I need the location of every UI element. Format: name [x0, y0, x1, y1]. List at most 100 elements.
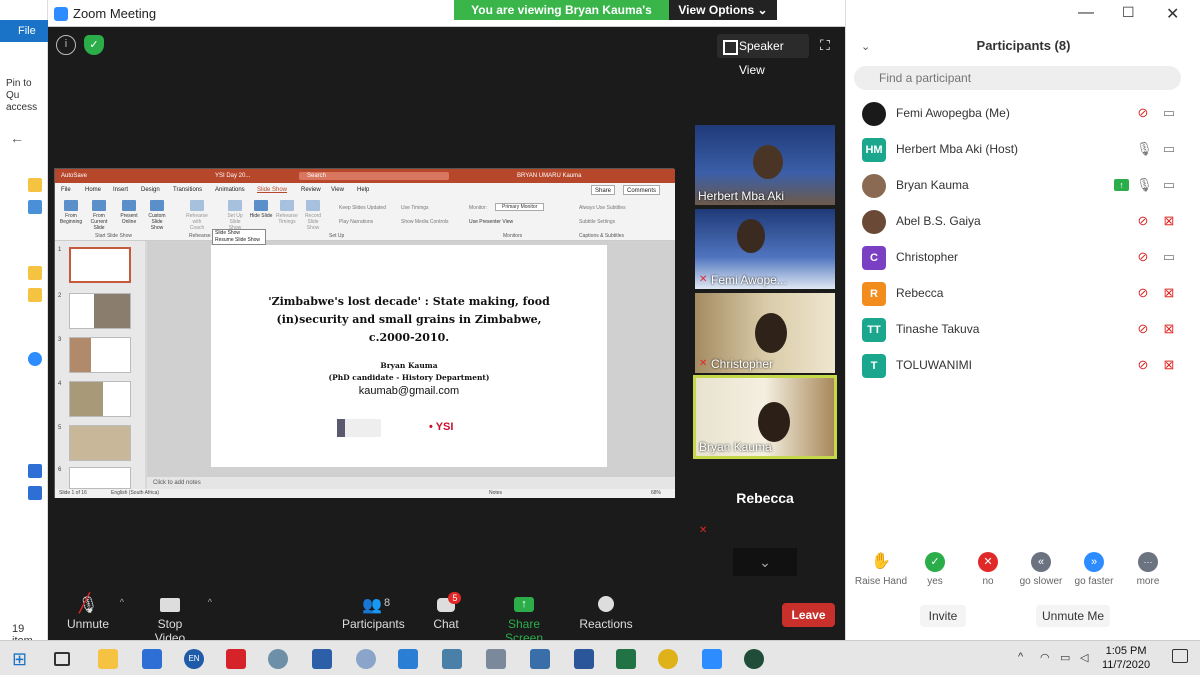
- leave-meeting-button[interactable]: Leave: [782, 603, 835, 627]
- participant-row[interactable]: C Christopher ⊘ ▭: [846, 240, 1200, 276]
- share-screen-button[interactable]: ↑ Share Screen: [492, 595, 556, 645]
- music-icon[interactable]: [28, 486, 42, 500]
- slide-thumbnail[interactable]: [69, 247, 131, 283]
- excel-icon[interactable]: [616, 649, 636, 669]
- invite-button[interactable]: Invite: [920, 605, 966, 627]
- participant-row[interactable]: HM Herbert Mba Aki (Host) 🎙 ▭: [846, 132, 1200, 168]
- chevron-up-icon[interactable]: ^: [120, 597, 124, 607]
- participant-row[interactable]: R Rebecca ⊘ ⊠: [846, 276, 1200, 312]
- record-show-button[interactable]: Record Slide Show: [301, 200, 325, 232]
- notes-pane[interactable]: Click to add notes: [147, 477, 675, 489]
- ppt-menu-insert[interactable]: Insert: [113, 183, 128, 197]
- play-narrations-checkbox[interactable]: Play Narrations: [339, 219, 373, 225]
- speaker-view-button[interactable]: Speaker View: [717, 34, 809, 77]
- video-tile[interactable]: Herbert Mba Aki: [695, 125, 835, 205]
- unmute-me-button[interactable]: Unmute Me: [1036, 605, 1110, 627]
- fullscreen-icon[interactable]: ⛶: [820, 38, 834, 52]
- photos-app-icon[interactable]: [142, 649, 162, 669]
- wifi-icon[interactable]: ◠: [1040, 651, 1050, 664]
- ppt-menu-view[interactable]: View: [331, 183, 344, 197]
- mic-muted-icon[interactable]: ⊘: [1136, 357, 1150, 373]
- mic-muted-icon[interactable]: ⊘: [1136, 285, 1150, 301]
- file-explorer-icon[interactable]: [98, 649, 118, 669]
- language-app-icon[interactable]: EN: [184, 649, 204, 669]
- scroll-down-button[interactable]: ⌄: [733, 548, 797, 576]
- windows-start-icon[interactable]: ⊞: [12, 649, 32, 669]
- app-icon[interactable]: [442, 649, 462, 669]
- participant-row[interactable]: Femi Awopegba (Me) ⊘ ▭: [846, 96, 1200, 132]
- slide-thumbnail[interactable]: [69, 293, 131, 329]
- mic-muted-icon[interactable]: ⊘: [1136, 105, 1150, 121]
- app-icon[interactable]: [268, 649, 288, 669]
- go-faster-button[interactable]: » go faster: [1066, 552, 1122, 587]
- slide-thumbnail[interactable]: [69, 337, 131, 373]
- keep-updated-checkbox[interactable]: Keep Slides Updated: [339, 205, 386, 211]
- ppt-menu-design[interactable]: Design: [141, 183, 160, 197]
- slideshow-popup[interactable]: Slide Show Resume Slide Show: [212, 229, 266, 245]
- notification-icon[interactable]: [1172, 649, 1188, 663]
- tray-chevron-icon[interactable]: ^: [1018, 651, 1023, 663]
- camera-icon[interactable]: ▭: [1160, 177, 1178, 193]
- ppt-menu-help[interactable]: Help: [357, 183, 369, 197]
- r-app-icon[interactable]: [356, 649, 376, 669]
- camera-icon[interactable]: ▭: [1160, 249, 1178, 265]
- status-zoom[interactable]: 68%: [651, 489, 661, 498]
- slide-thumbnail[interactable]: [69, 467, 131, 489]
- ppt-menu-file[interactable]: File: [61, 183, 71, 197]
- from-current-button[interactable]: From Current Slide: [87, 200, 111, 232]
- rehearse-coach-button[interactable]: Rehearse with Coach: [185, 200, 209, 232]
- monitor-select[interactable]: Primary Monitor: [495, 203, 545, 211]
- word-icon[interactable]: [574, 649, 594, 669]
- find-participant-input[interactable]: [854, 66, 1181, 90]
- slide-thumbnail[interactable]: [69, 381, 131, 417]
- resume-slideshow-item[interactable]: Resume Slide Show: [215, 237, 265, 244]
- camera-off-icon[interactable]: ⊠: [1160, 357, 1178, 373]
- video-tile[interactable]: ✕ Christopher: [695, 293, 835, 373]
- folder-icon[interactable]: [28, 178, 42, 192]
- custom-show-button[interactable]: Custom Slide Show: [145, 200, 169, 232]
- reactions-button[interactable]: Reactions: [578, 595, 634, 631]
- raise-hand-button[interactable]: ✋ Raise Hand: [853, 552, 909, 587]
- maximize-icon[interactable]: ☐: [1122, 4, 1135, 21]
- mic-muted-icon[interactable]: ⊘: [1136, 249, 1150, 265]
- ppt-menu-review[interactable]: Review: [301, 183, 321, 197]
- minimize-icon[interactable]: —: [1078, 4, 1094, 22]
- presenter-view-checkbox[interactable]: Use Presenter View: [469, 219, 513, 225]
- camera-off-icon[interactable]: ⊠: [1160, 213, 1178, 229]
- ppt-share-button[interactable]: Share: [591, 185, 616, 195]
- back-arrow-icon[interactable]: ←: [10, 130, 24, 146]
- participant-row[interactable]: Abel B.S. Gaiya ⊘ ⊠: [846, 204, 1200, 240]
- always-subtitles-checkbox[interactable]: Always Use Subtitles: [579, 205, 626, 211]
- ppt-comments-button[interactable]: Comments: [623, 185, 661, 195]
- ppt-menu-animations[interactable]: Animations: [215, 183, 245, 197]
- camera-icon[interactable]: ▭: [1160, 105, 1178, 121]
- status-notes[interactable]: Notes: [489, 489, 502, 498]
- zoom-taskbar-icon[interactable]: [702, 649, 722, 669]
- info-icon[interactable]: i: [56, 35, 76, 55]
- participant-row[interactable]: TT Tinashe Takuva ⊘ ⊠: [846, 312, 1200, 348]
- mic-muted-icon[interactable]: ⊘: [1136, 213, 1150, 229]
- use-timings-checkbox[interactable]: Use Timings: [401, 205, 429, 211]
- folder-icon[interactable]: [28, 266, 42, 280]
- chevron-up-icon[interactable]: ^: [208, 597, 212, 607]
- ide-app-icon[interactable]: [226, 649, 246, 669]
- hide-slide-button[interactable]: Hide Slide: [249, 200, 273, 232]
- yes-button[interactable]: ✓ yes: [907, 552, 963, 587]
- chrome-icon[interactable]: [658, 649, 678, 669]
- show-media-checkbox[interactable]: Show Media Controls: [401, 219, 449, 225]
- participants-button[interactable]: 👥 8 Participants: [342, 595, 405, 631]
- camera-off-icon[interactable]: ⊠: [1160, 285, 1178, 301]
- subtitle-settings-button[interactable]: Subtitle Settings: [579, 219, 615, 225]
- ppt-menu-home[interactable]: Home: [85, 183, 101, 197]
- from-beginning-button[interactable]: From Beginning: [59, 200, 83, 232]
- stop-video-button[interactable]: Stop Video ^: [142, 595, 212, 645]
- mic-icon[interactable]: 🎙: [1136, 177, 1153, 193]
- mic-muted-icon[interactable]: ⊘: [1136, 321, 1150, 337]
- unmute-button[interactable]: 🎙 ╱ Unmute ^: [66, 593, 124, 631]
- folder-icon[interactable]: [28, 288, 42, 302]
- calculator-icon[interactable]: [486, 649, 506, 669]
- camera-off-icon[interactable]: ⊠: [1160, 321, 1178, 337]
- video-tile-active[interactable]: Bryan Kauma: [693, 375, 837, 459]
- vscode-icon[interactable]: [398, 649, 418, 669]
- participant-row[interactable]: Bryan Kauma ↑ 🎙 ▭: [846, 168, 1200, 204]
